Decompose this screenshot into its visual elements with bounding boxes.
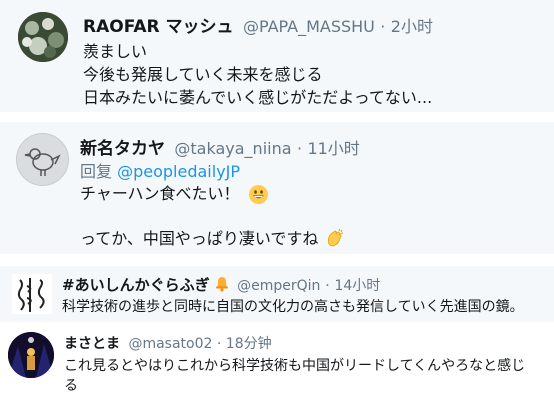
tweet-text-line: 科学技術の進歩と同時に自国の文化力の高さも発信していく先進国の鏡。 — [62, 299, 524, 315]
separator-dot: · — [216, 336, 222, 352]
tweet-text-line: チャーハン食べたい！ — [80, 184, 240, 203]
avatar[interactable] — [16, 133, 69, 186]
calligraphy-avatar-image — [17, 278, 45, 312]
user-handle[interactable]: @masato02 — [128, 336, 212, 352]
user-handle[interactable]: @takaya_niina — [174, 139, 291, 158]
tweet-raofar[interactable]: RAOFAR マッシュ @PAPA_MASSHU · 2小时 羨ましい 今後も発… — [0, 0, 554, 112]
bird-icon — [24, 148, 61, 176]
user-handle[interactable]: @PAPA_MASSHU — [243, 17, 375, 36]
tweet-text-line: これ見るとやはりこれから科学技術も中国がリードしてくんやろなと感じ — [64, 358, 526, 374]
clapping-hands-emoji — [324, 228, 344, 252]
display-name[interactable]: 新名タカヤ — [80, 139, 165, 159]
tweet-masato[interactable]: まさとま @masato02 · 18分钟 これ見るとやはりこれから科学技術も中… — [0, 322, 554, 410]
tweet-emperqin[interactable]: #あいしんかぐらふぎ @emperQin · 14小时 科学技術の進歩と同時に自… — [0, 266, 554, 322]
tweet-text-line: 今後も発展していく未来を感じる — [83, 65, 323, 84]
avatar[interactable] — [8, 332, 54, 378]
avatar[interactable] — [18, 12, 68, 62]
concert-avatar-image — [8, 332, 54, 378]
display-name[interactable]: #あいしんかぐらふぎ — [62, 276, 210, 294]
timestamp[interactable]: 11小时 — [307, 139, 359, 158]
reply-mention-link[interactable]: @peopledailyJP — [117, 162, 240, 181]
tweet-text-line: ってか、中国やっぱり凄いですね — [80, 229, 319, 248]
separator-dot: · — [380, 17, 386, 36]
separator-dot: · — [325, 278, 330, 294]
tweet-niina[interactable]: 新名タカヤ @takaya_niina · 11小时 回复 @peopledai… — [0, 122, 554, 254]
avatar[interactable] — [12, 274, 52, 314]
tweet-text-line: 羨ましい — [83, 42, 148, 61]
divider — [0, 112, 554, 122]
display-name[interactable]: まさとま — [64, 336, 120, 352]
tweet-text-line: 日本みたいに萎んでいく感じがただよってない... — [83, 88, 433, 107]
tweet-text-line: る — [64, 378, 78, 394]
separator-dot: · — [296, 139, 303, 158]
user-handle[interactable]: @emperQin — [237, 278, 320, 294]
bell-emoji — [214, 275, 230, 296]
timestamp[interactable]: 2小时 — [391, 17, 433, 36]
reply-label: 回复 — [80, 162, 113, 181]
timestamp[interactable]: 18分钟 — [226, 336, 272, 352]
grinning-face-emoji — [248, 185, 268, 204]
display-name[interactable]: RAOFAR マッシュ — [83, 17, 234, 37]
avatar-image — [18, 12, 68, 62]
timestamp[interactable]: 14小时 — [334, 278, 380, 294]
divider — [0, 254, 554, 266]
